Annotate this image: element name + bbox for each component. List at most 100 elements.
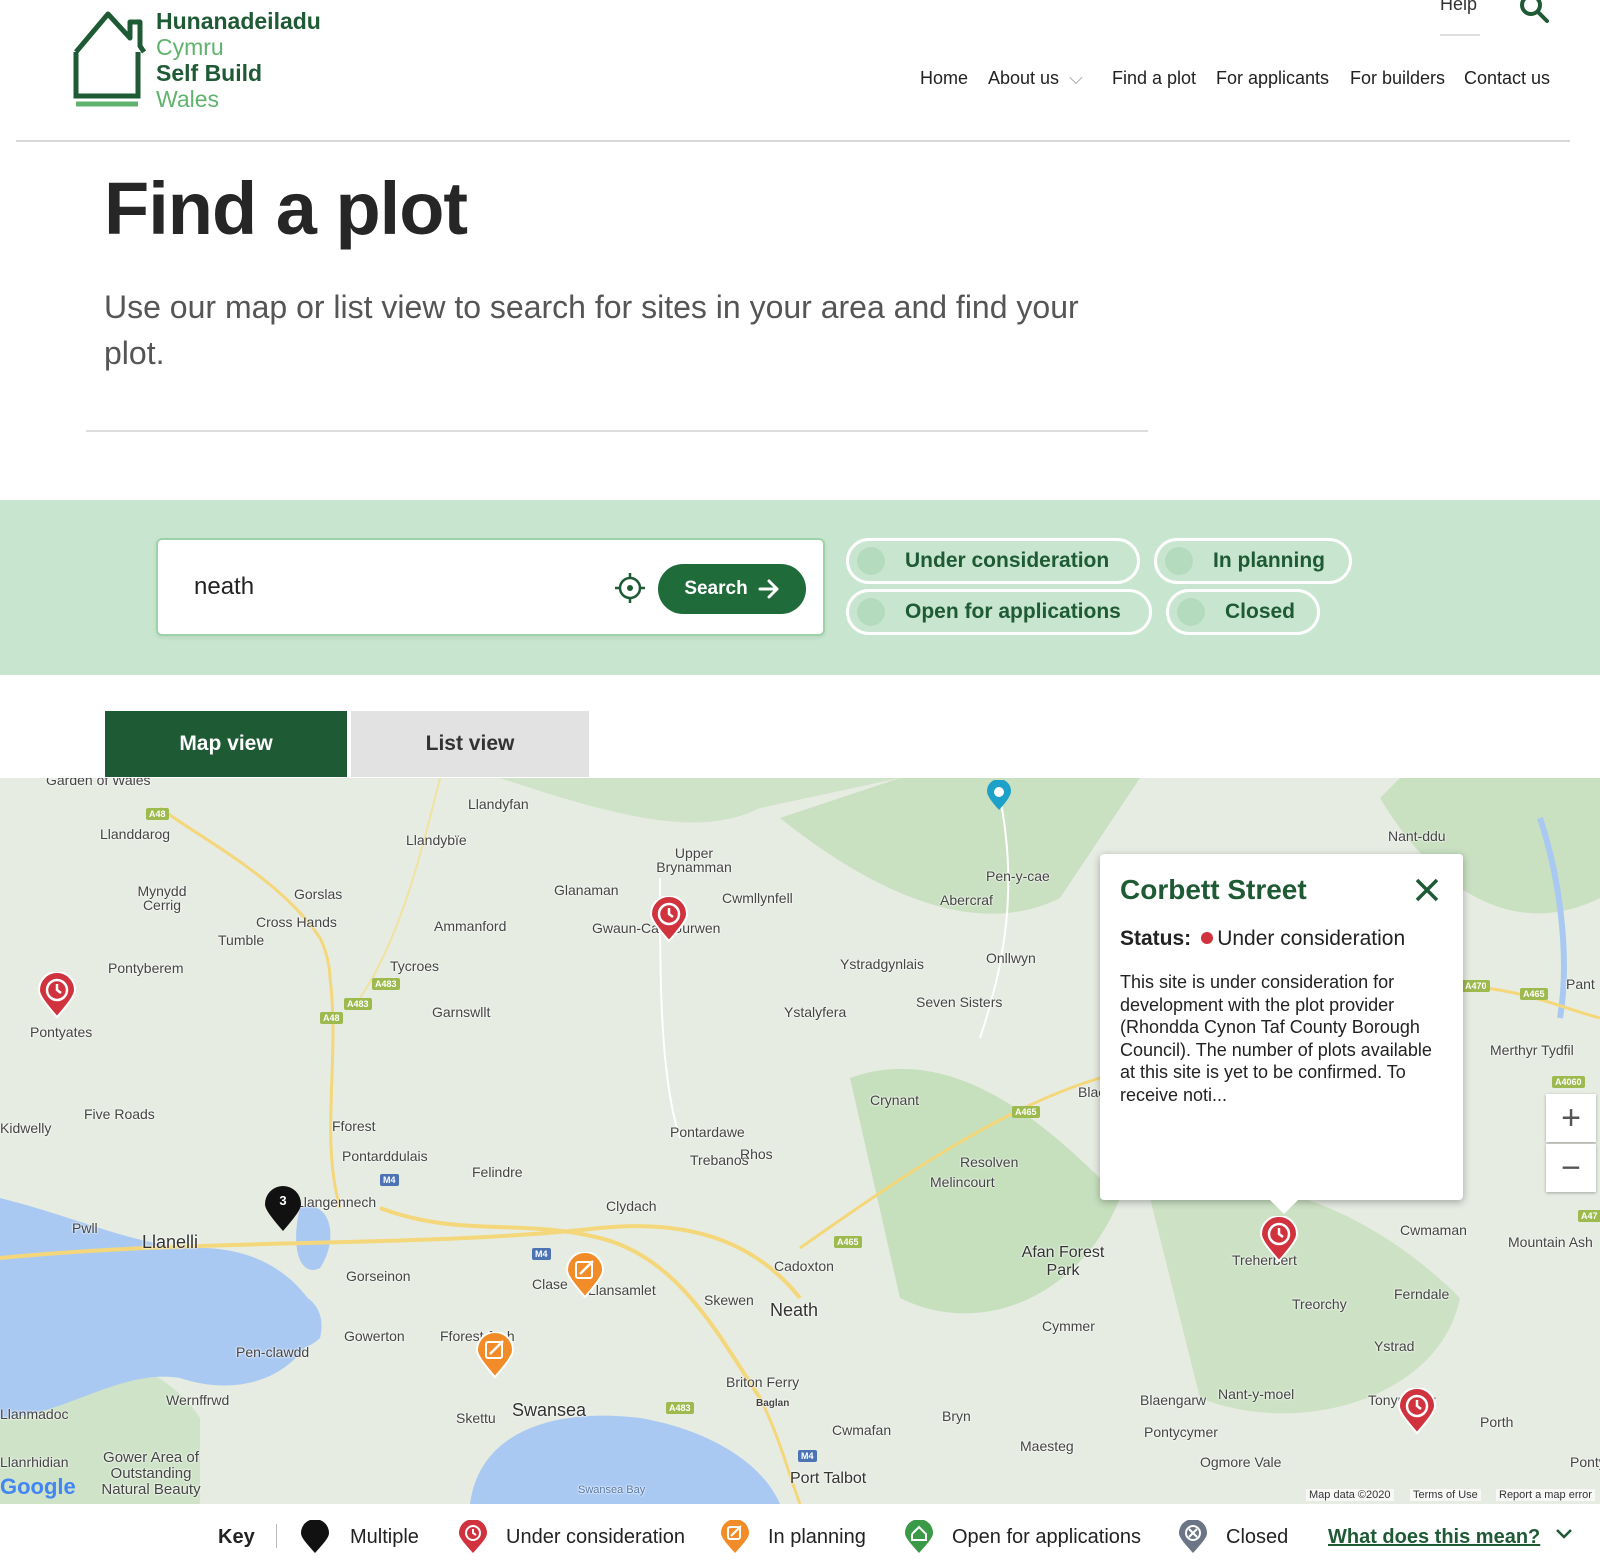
filter-open-for-applications[interactable]: Open for applications bbox=[846, 589, 1152, 635]
road-label: A483 bbox=[666, 1402, 694, 1414]
clock-marker-icon[interactable] bbox=[1260, 1216, 1298, 1262]
location-search-input[interactable] bbox=[194, 570, 574, 604]
map-place: Llangennech bbox=[296, 1194, 377, 1210]
pencil-marker-icon bbox=[721, 1520, 749, 1553]
crosshair-icon[interactable] bbox=[614, 572, 646, 604]
close-icon[interactable] bbox=[1413, 876, 1441, 904]
nav-for-applicants[interactable]: For applicants bbox=[1216, 68, 1329, 89]
tab-map-view[interactable]: Map view bbox=[105, 711, 347, 777]
map-place: Afan Forest Park bbox=[1021, 1244, 1105, 1279]
plot-map[interactable]: Garden of Wales Llandyfan Llanddarog Lla… bbox=[0, 778, 1600, 1504]
map-place: Melincourt bbox=[930, 1174, 995, 1190]
popup-status: Status: Under consideration bbox=[1120, 926, 1443, 951]
map-place: Cadoxton bbox=[774, 1258, 834, 1274]
chevron-down-icon: ⌵ bbox=[1069, 68, 1083, 88]
road-label: A48 bbox=[320, 1012, 343, 1024]
map-place: Treorchy bbox=[1292, 1296, 1347, 1312]
pencil-marker-icon[interactable] bbox=[566, 1252, 604, 1298]
key-multiple: Multiple bbox=[350, 1526, 419, 1548]
cluster-marker[interactable]: 3 bbox=[264, 1186, 302, 1232]
what-does-this-mean-link[interactable]: What does this mean? bbox=[1328, 1526, 1540, 1549]
map-place: Ammanford bbox=[434, 918, 507, 934]
site-header: Hunanadeiladu Cymru Self Build Wales Hel… bbox=[0, 0, 1600, 144]
search-icon[interactable] bbox=[1518, 0, 1550, 24]
map-place: Blaengarw bbox=[1140, 1392, 1207, 1408]
road-label: M4 bbox=[532, 1248, 551, 1260]
map-place: Skettu bbox=[456, 1410, 496, 1426]
hero-divider bbox=[86, 430, 1148, 432]
map-place: Abercraf bbox=[940, 892, 993, 908]
page-title: Find a plot bbox=[104, 167, 468, 250]
map-place: Seven Sisters bbox=[916, 994, 1003, 1010]
pencil-marker-icon[interactable] bbox=[476, 1332, 514, 1378]
map-place: Onllwyn bbox=[986, 950, 1036, 966]
map-place: Skewen bbox=[704, 1292, 754, 1308]
popup-status-label: Status: bbox=[1120, 927, 1192, 950]
chevron-down-icon[interactable] bbox=[1552, 1522, 1576, 1546]
map-place: Briton Ferry bbox=[726, 1374, 800, 1390]
filter-closed[interactable]: Closed bbox=[1166, 589, 1320, 635]
map-attribution: Map data ©2020 bbox=[1306, 1489, 1394, 1501]
nav-about-us[interactable]: About us ⌵ bbox=[988, 68, 1083, 89]
camera-poi-icon[interactable] bbox=[986, 780, 1012, 812]
terms-link[interactable]: Terms of Use bbox=[1410, 1489, 1481, 1501]
map-place: Felindre bbox=[472, 1164, 523, 1180]
filter-under-consideration[interactable]: Under consideration bbox=[846, 538, 1140, 584]
map-place: Maesteg bbox=[1020, 1438, 1074, 1454]
map-place: Cwmaman bbox=[1400, 1222, 1467, 1238]
map-place: Ponty bbox=[1570, 1454, 1600, 1470]
map-place: Pontyates bbox=[30, 1024, 93, 1040]
google-logo: Google bbox=[0, 1474, 76, 1499]
zoom-out-button[interactable]: − bbox=[1546, 1144, 1596, 1192]
map-place: Kidwelly bbox=[0, 1120, 52, 1136]
road-label: M4 bbox=[380, 1174, 399, 1186]
key-in-planning: In planning bbox=[768, 1526, 866, 1548]
map-place: Merthyr Tydfil bbox=[1490, 1042, 1574, 1058]
popup-description: This site is under consideration for dev… bbox=[1120, 972, 1432, 1105]
road-label: A470 bbox=[1462, 980, 1490, 992]
key-closed: Closed bbox=[1226, 1526, 1289, 1548]
search-button-label: Search bbox=[684, 578, 748, 599]
map-place: Fforest bbox=[332, 1118, 376, 1134]
key-title: Key bbox=[218, 1526, 255, 1548]
filter-label: Under consideration bbox=[905, 549, 1110, 572]
arrow-right-icon bbox=[758, 579, 779, 599]
map-place: Mynydd Cerrig bbox=[137, 883, 187, 913]
logo-line-4: Wales bbox=[156, 86, 220, 112]
map-place: Cwmllynfell bbox=[722, 890, 793, 906]
clock-marker-icon[interactable] bbox=[38, 972, 76, 1018]
nav-find-a-plot[interactable]: Find a plot bbox=[1112, 68, 1196, 89]
clock-marker-icon[interactable] bbox=[650, 896, 688, 942]
map-place: Llanddarog bbox=[100, 826, 171, 842]
filter-in-planning[interactable]: In planning bbox=[1154, 538, 1352, 584]
map-place: Crynant bbox=[870, 1092, 920, 1108]
map-place: Bryn bbox=[942, 1408, 971, 1424]
home-marker-icon bbox=[905, 1520, 933, 1553]
map-place: Llanmadoc bbox=[0, 1406, 69, 1422]
map-key: Key Multiple Under consideration In plan… bbox=[0, 1504, 1600, 1568]
tab-list-view[interactable]: List view bbox=[351, 711, 589, 777]
filter-toggle-dot bbox=[857, 598, 885, 626]
road-label: M4 bbox=[798, 1450, 817, 1462]
map-place: Cymmer bbox=[1042, 1318, 1095, 1334]
filter-toggle-dot bbox=[857, 547, 885, 575]
map-place: Resolven bbox=[960, 1154, 1019, 1170]
map-place: Ferndale bbox=[1394, 1286, 1450, 1302]
zoom-in-button[interactable]: + bbox=[1546, 1094, 1596, 1142]
map-place: Gorseinon bbox=[346, 1268, 411, 1284]
logo-line-1: Hunanadeiladu bbox=[156, 8, 321, 34]
popup-title: Corbett Street bbox=[1120, 874, 1307, 905]
map-place: Llandyfan bbox=[468, 796, 529, 812]
road-label: A483 bbox=[344, 998, 372, 1010]
site-logo[interactable]: Hunanadeiladu Cymru Self Build Wales bbox=[72, 8, 332, 112]
nav-home[interactable]: Home bbox=[920, 68, 968, 89]
clock-marker-icon[interactable] bbox=[1398, 1388, 1436, 1434]
nav-contact-us[interactable]: Contact us bbox=[1464, 68, 1550, 89]
map-place: Nant-ddu bbox=[1388, 828, 1446, 844]
search-button[interactable]: Search bbox=[658, 564, 806, 614]
map-place: Llanelli bbox=[142, 1232, 199, 1252]
report-map-error-link[interactable]: Report a map error bbox=[1496, 1489, 1595, 1501]
site-info-popup: Corbett Street Status: Under consideratio… bbox=[1100, 854, 1463, 1214]
help-link[interactable]: Help bbox=[1440, 0, 1477, 15]
nav-for-builders[interactable]: For builders bbox=[1350, 68, 1445, 89]
